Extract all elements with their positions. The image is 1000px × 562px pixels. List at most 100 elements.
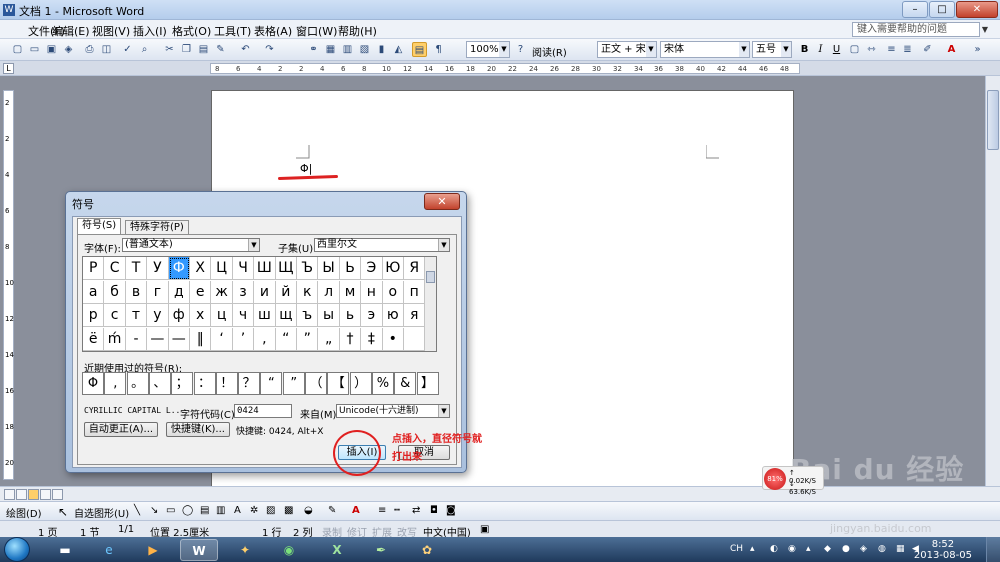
spelling-status-icon[interactable]: ▣ [480,524,489,535]
tray-app-icon[interactable]: ◈ [860,544,867,554]
subset-select[interactable]: 西里尔文 ▼ [314,238,450,252]
tray-app-icon[interactable]: ◉ [788,544,796,554]
menu-insert[interactable]: 插入(I) [133,23,167,39]
arrow-icon[interactable]: ↘ [150,505,158,516]
symbol-cell[interactable]: Р [83,257,105,280]
recent-symbol-cell[interactable]: 。 [126,372,149,395]
print-icon[interactable]: ⎙ [82,42,97,57]
draw-menu-button[interactable]: 绘图(D) [6,505,42,520]
from-select[interactable]: Unicode(十六进制) ▼ [336,404,450,418]
web-view-button[interactable] [16,489,27,500]
excel-icon[interactable]: X [318,539,356,561]
help-icon[interactable]: ? [513,42,528,57]
media-player-icon[interactable]: ▶ [134,539,172,561]
menu-table[interactable]: 表格(A) [254,23,292,39]
document-map-icon[interactable]: ▤ [412,42,427,57]
symbol-cell[interactable]: С [104,257,126,280]
symbol-cell[interactable]: ш [254,304,276,327]
print-preview-icon[interactable]: ◫ [99,42,114,57]
symbol-cell[interactable]: Щ [275,257,297,280]
vertical-ruler[interactable]: 2 2 4 6 8 10 12 14 16 18 20 [3,90,14,480]
symbol-cell[interactable]: • [382,327,404,351]
network-speed-widget[interactable]: 81% ↑ 0.02K/S ↓ 63.6K/S [762,466,824,496]
drawing-icon[interactable]: ◭ [391,42,406,57]
close-button[interactable]: ✕ [956,1,998,18]
vertical-textbox-icon[interactable]: ▥ [216,505,225,516]
3d-icon[interactable]: ◙ [446,505,456,516]
photo-tool-icon[interactable]: ✦ [226,539,264,561]
chevron-down-icon[interactable]: ▼ [979,22,991,37]
print-view-button[interactable] [28,489,39,500]
recent-symbol-cell[interactable]: 、 [148,372,171,395]
line-style-icon[interactable]: ≡ [378,505,386,516]
maximize-button[interactable]: □ [929,1,955,18]
font-color-button[interactable]: A [944,42,959,57]
symbol-cell[interactable]: ’ [232,327,255,351]
menu-window[interactable]: 窗口(W) [296,23,337,39]
tables-borders-icon[interactable]: ▦ [323,42,338,57]
oval-icon[interactable]: ◯ [182,505,193,516]
grid-scrollbar[interactable] [424,257,436,351]
shadow-icon[interactable]: ◘ [430,505,438,516]
symbol-cell[interactable]: “ [275,327,297,351]
diagram-icon[interactable]: ✲ [250,505,258,516]
arrow-style-icon[interactable]: ⇄ [412,505,420,516]
scroll-thumb[interactable] [987,90,999,150]
symbol-cell[interactable]: † [339,327,362,351]
align-left-icon[interactable]: ≡ [884,42,899,57]
symbol-cell[interactable]: ‡ [361,327,383,351]
columns-icon[interactable]: ▮ [374,42,389,57]
symbol-cell[interactable]: и [254,280,276,304]
horizontal-scrollbar[interactable] [0,486,1000,501]
symbol-cell[interactable]: Ъ [297,257,319,280]
hyperlink-icon[interactable]: ⚭ [306,42,321,57]
symbol-cell[interactable]: я [404,304,426,327]
symbol-cell[interactable]: ч [232,304,255,327]
redo-icon[interactable]: ↷ [262,42,277,57]
textbox-icon[interactable]: ▤ [200,505,209,516]
browser-icon[interactable]: ◉ [270,539,308,561]
read-mode-button[interactable]: 阅读(R) [532,44,567,59]
recent-symbol-cell[interactable]: ） [349,372,372,395]
symbol-cell[interactable]: - [125,327,148,351]
symbol-cell[interactable]: й [275,280,297,304]
tray-app-icon[interactable]: ◆ [824,544,831,554]
recent-symbol-cell[interactable]: % [371,372,394,395]
underline-button[interactable]: U [829,42,844,57]
zoom-select[interactable]: 100% ▼ [466,41,510,58]
paint-icon[interactable]: ✿ [408,539,446,561]
outline-view-button[interactable] [40,489,51,500]
font-select[interactable]: 宋体 ▼ [660,41,750,58]
line-color-icon[interactable]: ✎ [328,505,336,516]
new-icon[interactable]: ▢ [10,42,25,57]
ime-indicator[interactable]: CH [730,544,743,554]
tab-selector[interactable]: L [3,63,14,74]
symbol-cell[interactable]: ḿ [104,327,126,351]
word-task-icon[interactable]: W [180,539,218,561]
clipart-icon[interactable]: ▨ [266,505,275,516]
align-justify-icon[interactable]: ≣ [900,42,915,57]
show-hide-icon[interactable]: ¶ [431,42,446,57]
symbol-cell[interactable]: н [361,280,383,304]
grid-scroll-thumb[interactable] [426,271,435,283]
picture-icon[interactable]: ▩ [284,505,293,516]
recent-symbol-cell[interactable]: ； [171,372,194,395]
recent-symbol-cell[interactable]: & [394,372,417,395]
fill-color-icon[interactable]: ◒ [304,505,313,516]
dash-style-icon[interactable]: ┅ [394,505,400,516]
symbol-cell[interactable]: Э [361,257,383,280]
symbol-cell[interactable]: ж [211,280,233,304]
spelling-icon[interactable]: ✓ [120,42,135,57]
symbol-cell[interactable]: г [147,280,169,304]
symbol-cell[interactable]: Ч [232,257,255,280]
menu-edit[interactable]: 编辑(E) [52,23,90,39]
symbol-cell[interactable]: — [147,327,169,351]
recent-symbol-cell[interactable]: 【 [327,372,350,395]
symbol-cell[interactable]: ц [211,304,233,327]
symbol-cell[interactable]: ё [83,327,105,351]
copy-icon[interactable]: ❐ [179,42,194,57]
symbol-cell[interactable]: ” [297,327,319,351]
recent-symbol-cell[interactable]: Φ [82,372,104,395]
menu-help[interactable]: 帮助(H) [338,23,377,39]
toolbar-options-icon[interactable]: » [970,42,985,57]
